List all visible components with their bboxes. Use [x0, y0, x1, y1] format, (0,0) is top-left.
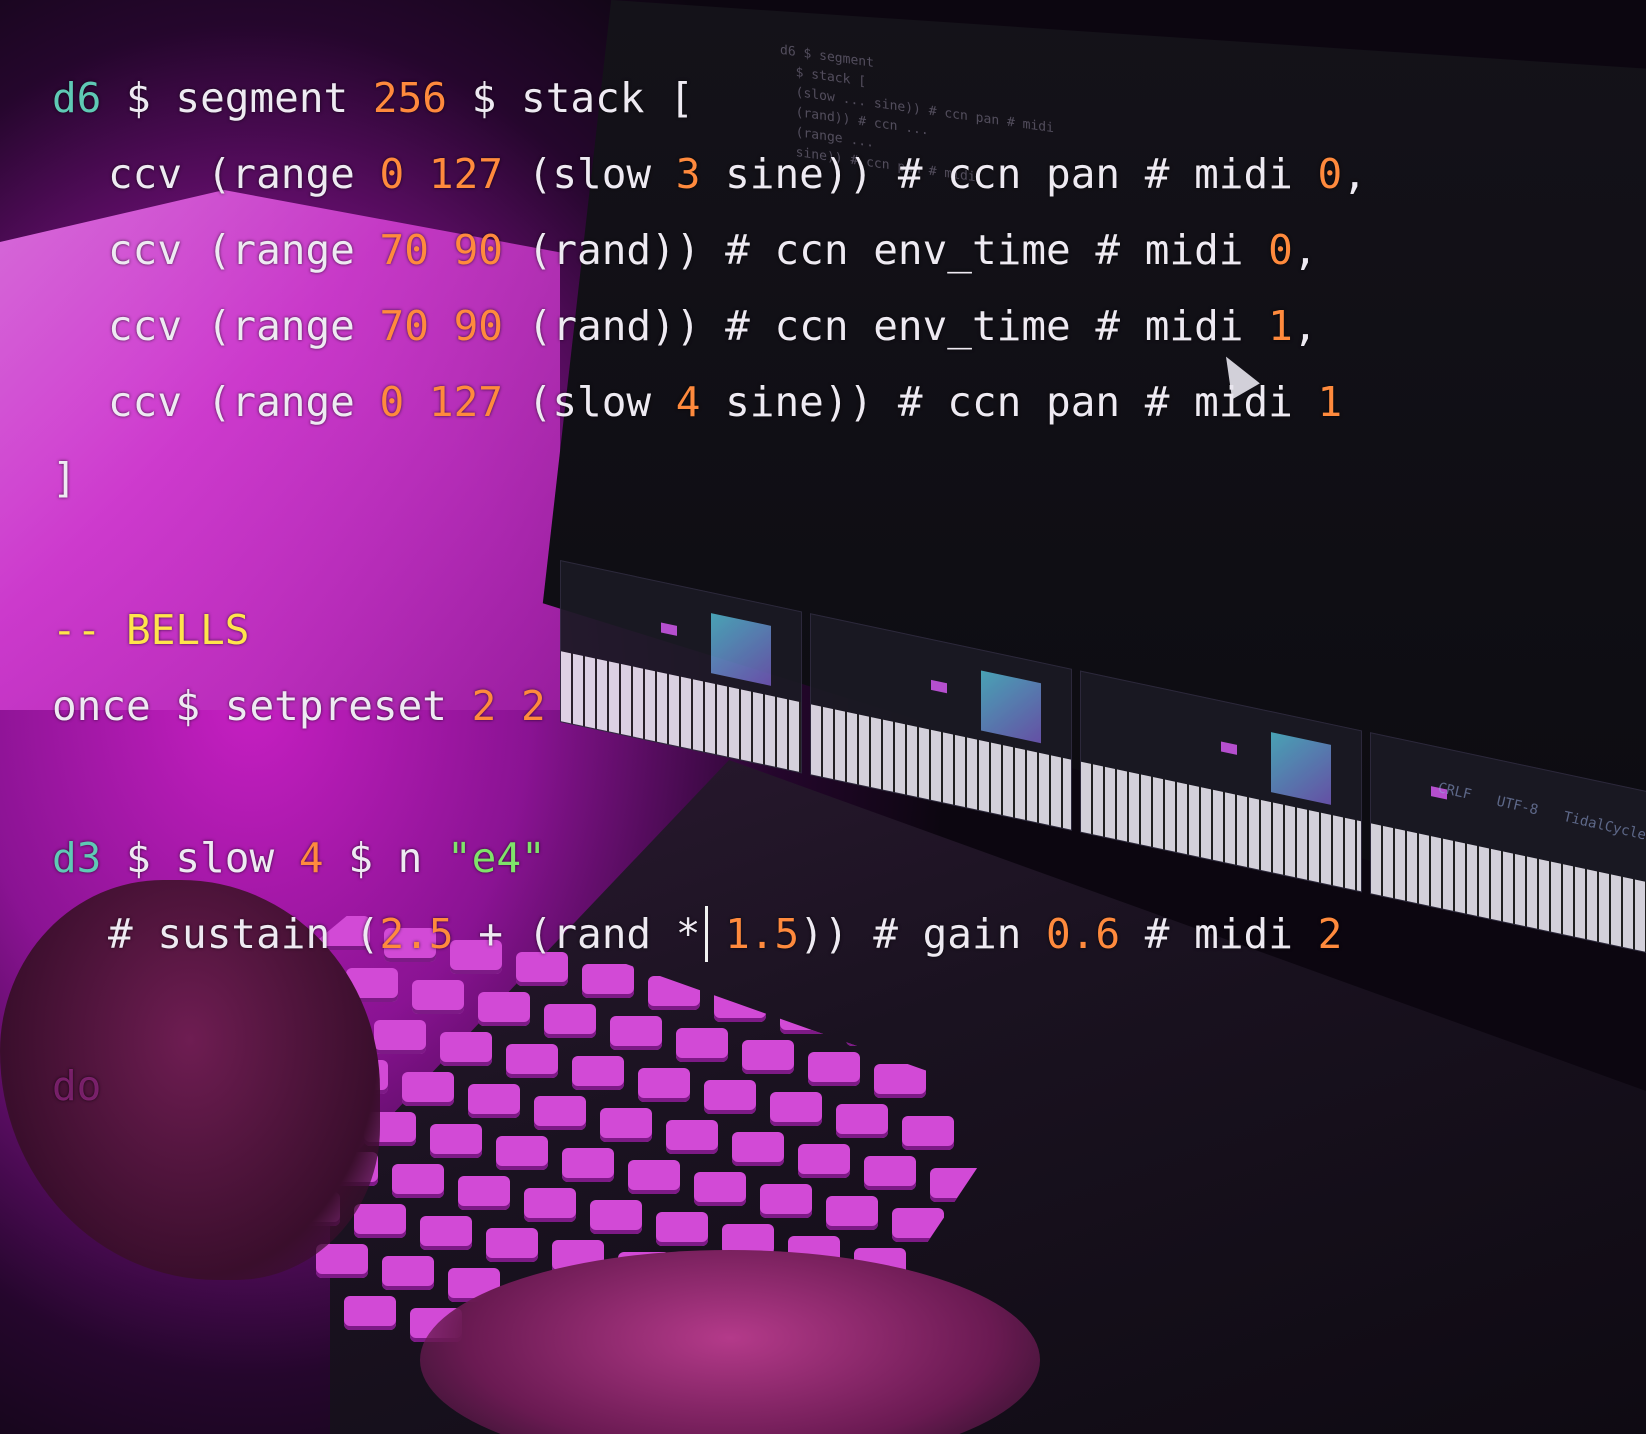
- code-token: $ stack [: [446, 74, 694, 122]
- code-token: $ slow: [101, 834, 299, 882]
- code-token: (rand)) # ccn env_time # midi: [502, 302, 1269, 350]
- code-token: ,: [1342, 150, 1367, 198]
- code-line[interactable]: [52, 972, 1367, 1048]
- code-token: 0 127: [379, 378, 503, 426]
- keyboard-key: [486, 1228, 538, 1262]
- code-token: 2 2: [471, 682, 546, 730]
- code-line[interactable]: [52, 744, 1367, 820]
- code-token: -- BELLS: [52, 606, 250, 654]
- code-token: )) # gain: [799, 910, 1047, 958]
- code-line[interactable]: # sustain (2.5 + (rand * 1.5)) # gain 0.…: [52, 896, 1367, 972]
- code-token: ccv (range: [108, 302, 380, 350]
- code-line[interactable]: once $ setpreset 2 2: [52, 668, 1367, 744]
- keyboard-key: [590, 1200, 642, 1234]
- code-token: 1: [1268, 302, 1293, 350]
- code-token: (slow: [502, 150, 676, 198]
- code-token: (rand)) # ccn env_time # midi: [502, 226, 1269, 274]
- keyboard-key: [864, 1156, 916, 1190]
- code-line[interactable]: -- BELLS: [52, 592, 1367, 668]
- code-token: 70 90: [379, 302, 503, 350]
- scene: d6 $ segment $ stack [ (slow ... sine)) …: [0, 0, 1646, 1434]
- keyboard-key: [760, 1184, 812, 1218]
- keyboard-key: [496, 1136, 548, 1170]
- code-token: 70 90: [379, 226, 503, 274]
- keyboard-key: [798, 1144, 850, 1178]
- code-token: ccv (range: [108, 150, 380, 198]
- code-token: 4: [298, 834, 324, 882]
- code-token: ccv (range: [108, 378, 380, 426]
- keyboard-key: [694, 1172, 746, 1206]
- code-line[interactable]: ]: [52, 440, 1367, 516]
- code-editor-overlay[interactable]: d6 $ segment 256 $ stack [ccv (range 0 1…: [52, 60, 1367, 1124]
- keyboard-key: [666, 1120, 718, 1154]
- keyboard-key: [382, 1256, 434, 1290]
- code-token: 3: [675, 150, 701, 198]
- code-line[interactable]: do: [52, 1048, 1367, 1124]
- code-token: 256: [372, 74, 447, 122]
- code-token: # midi: [1120, 910, 1318, 958]
- code-token: (slow: [502, 378, 676, 426]
- code-token: ]: [52, 454, 77, 502]
- code-token: ,: [1292, 302, 1318, 350]
- code-token: 1.5: [725, 910, 800, 958]
- code-token: d6: [52, 74, 102, 122]
- keyboard-key: [316, 1244, 368, 1278]
- keyboard-key: [656, 1212, 708, 1246]
- code-line[interactable]: d3 $ slow 4 $ n "e4": [52, 820, 1367, 896]
- code-token: sine)) # ccn pan # midi: [700, 150, 1318, 198]
- keyboard-key: [524, 1188, 576, 1222]
- code-token: ccv (range: [108, 226, 380, 274]
- code-token: 4: [675, 378, 701, 426]
- code-token: $ segment: [101, 74, 373, 122]
- code-token: 0 127: [379, 150, 503, 198]
- code-token: $ n: [323, 834, 447, 882]
- code-token: "e4": [446, 834, 546, 882]
- keyboard-key: [420, 1216, 472, 1250]
- code-line[interactable]: d6 $ segment 256 $ stack [: [52, 60, 1367, 136]
- code-token: once $ setpreset: [52, 682, 472, 730]
- code-token: 1: [1317, 378, 1343, 426]
- keyboard-key: [354, 1204, 406, 1238]
- code-token: 0.6: [1046, 910, 1121, 958]
- code-line[interactable]: [52, 516, 1367, 592]
- keyboard-key: [458, 1176, 510, 1210]
- code-token: ,: [1292, 226, 1318, 274]
- code-token: 2: [1317, 910, 1343, 958]
- code-line[interactable]: ccv (range 0 127 (slow 4 sine)) # ccn pa…: [52, 364, 1367, 440]
- code-token: 2.5: [379, 910, 454, 958]
- code-line[interactable]: ccv (range 0 127 (slow 3 sine)) # ccn pa…: [52, 136, 1367, 212]
- code-line[interactable]: ccv (range 70 90 (rand)) # ccn env_time …: [52, 288, 1367, 364]
- keyboard-key: [392, 1164, 444, 1198]
- keyboard-key: [562, 1148, 614, 1182]
- code-token: 0: [1268, 226, 1293, 274]
- code-line[interactable]: ccv (range 70 90 (rand)) # ccn env_time …: [52, 212, 1367, 288]
- code-token: do: [52, 1062, 102, 1110]
- piano-keys[interactable]: [1371, 823, 1646, 953]
- code-token: + (rand *: [453, 910, 726, 958]
- code-token: # sustain (: [108, 910, 380, 958]
- keyboard-key: [628, 1160, 680, 1194]
- keyboard-key: [826, 1196, 878, 1230]
- keyboard-key: [732, 1132, 784, 1166]
- text-caret: [705, 906, 708, 962]
- keyboard-key: [344, 1296, 396, 1330]
- code-token: 0: [1317, 150, 1343, 198]
- keyboard-key: [430, 1124, 482, 1158]
- code-token: d3: [52, 834, 102, 882]
